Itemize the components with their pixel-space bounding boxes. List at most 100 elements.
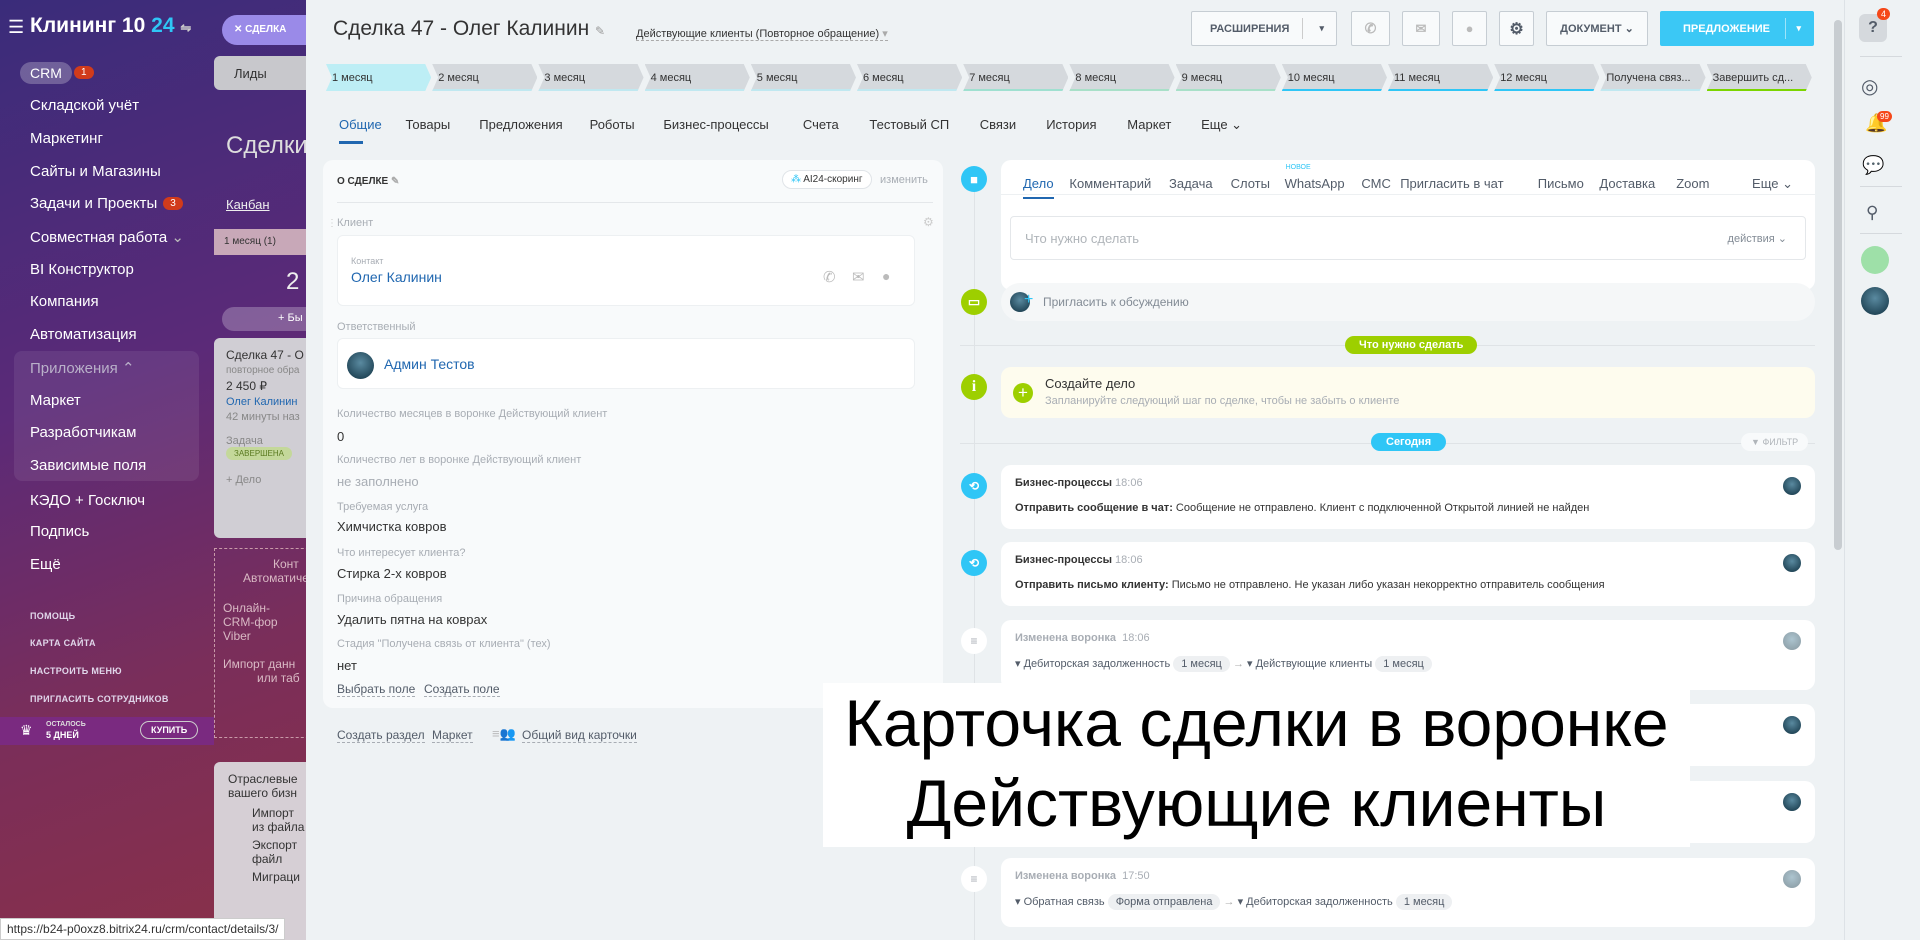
help-link[interactable]: ПОМОЩЬ: [30, 611, 75, 621]
common-view-link[interactable]: Общий вид карточки: [522, 728, 637, 743]
sidebar-item[interactable]: Разработчикам: [30, 424, 136, 441]
sidebar-item[interactable]: Маркетинг: [30, 130, 103, 147]
field-value[interactable]: нет: [337, 658, 357, 673]
funnel-change-event[interactable]: Изменена воронка 17:50 ▾ Обратная связь …: [1001, 858, 1815, 927]
settings-icon[interactable]: ⇋: [180, 20, 191, 35]
tab-item[interactable]: Маркет: [1127, 117, 1171, 132]
mail-icon[interactable]: ✉: [852, 268, 865, 286]
stage-item[interactable]: 2 месяц: [432, 64, 537, 91]
tab-item[interactable]: Тестовый СП: [869, 117, 949, 132]
tab-item[interactable]: Бизнес-процессы: [663, 117, 768, 132]
stage-item[interactable]: 6 месяц: [857, 64, 962, 91]
phone-icon[interactable]: ✆: [823, 268, 836, 286]
todo-input[interactable]: Что нужно сделать действия ⌄: [1010, 216, 1806, 260]
actions-dropdown[interactable]: действия ⌄: [1728, 232, 1787, 245]
sitemap-link[interactable]: КАРТА САЙТА: [30, 638, 96, 648]
configure-menu-link[interactable]: НАСТРОИТЬ МЕНЮ: [30, 666, 122, 676]
deal-title[interactable]: Сделка 47 - Олег Калинин ✎: [333, 17, 605, 41]
gear-icon[interactable]: ⚙: [923, 215, 934, 229]
field-value[interactable]: Химчистка ковров: [337, 519, 447, 534]
add-icon[interactable]: +: [1013, 383, 1033, 403]
stage-item[interactable]: 5 месяц: [751, 64, 856, 91]
close-slider-button[interactable]: ✕ СДЕЛКА: [222, 15, 310, 45]
sidebar-item[interactable]: КЭДО + Госключ: [30, 492, 145, 509]
create-task-card[interactable]: + Создайте дело Запланируйте следующий ш…: [1001, 367, 1815, 418]
sidebar-item[interactable]: Компания: [30, 293, 99, 310]
timeline-tab[interactable]: Комментарий: [1069, 176, 1151, 191]
timeline-tab[interactable]: Письмо: [1538, 176, 1584, 191]
drag-handle-icon[interactable]: ⋮: [327, 218, 337, 229]
contact-name-link[interactable]: Олег Калинин: [351, 269, 442, 285]
call-button[interactable]: ✆: [1351, 11, 1390, 46]
app-icon[interactable]: [1861, 246, 1889, 274]
proposal-button[interactable]: ПРЕДЛОЖЕНИЕ ▾: [1660, 11, 1814, 46]
timeline-event[interactable]: Бизнес-процессы 18:06 Отправить сообщени…: [1001, 465, 1815, 529]
stage-item[interactable]: Завершить сд...: [1707, 64, 1812, 91]
field-value[interactable]: 0: [337, 429, 344, 444]
sidebar-item[interactable]: Сайты и Магазины: [30, 163, 161, 180]
sidebar-item-more[interactable]: Ещё: [30, 556, 61, 573]
timeline-tab[interactable]: Задача: [1169, 176, 1213, 191]
select-field-link[interactable]: Выбрать поле: [337, 682, 416, 697]
filter-button[interactable]: ▼ ФИЛЬТР: [1741, 433, 1809, 451]
deal-kanban-card[interactable]: Сделка 47 - О повторное обра 2 450 ₽ Оле…: [214, 338, 310, 538]
settings-button[interactable]: ⚙: [1499, 11, 1534, 46]
timeline-more[interactable]: Еще ⌄: [1752, 176, 1793, 192]
chat-icon[interactable]: ●: [882, 268, 890, 284]
timeline-event[interactable]: Бизнес-процессы 18:06 Отправить письмо к…: [1001, 542, 1815, 606]
search-icon[interactable]: ⚲: [1866, 203, 1878, 223]
timeline-tab[interactable]: Доставка: [1599, 176, 1655, 191]
sidebar-group-apps[interactable]: Приложения ⌃: [30, 359, 135, 377]
timeline-tab[interactable]: Пригласить в чат: [1400, 176, 1503, 191]
tab-item[interactable]: Общие: [339, 117, 382, 132]
skype-button[interactable]: ●: [1452, 11, 1487, 46]
funnel-selector[interactable]: Действующие клиенты (Повторное обращение…: [636, 27, 888, 41]
timeline-tab[interactable]: СМС: [1361, 176, 1390, 191]
avatar[interactable]: [1861, 287, 1889, 315]
timeline-tab[interactable]: Дело: [1023, 176, 1054, 199]
create-section-link[interactable]: Создать раздел: [337, 728, 425, 743]
invite-discussion[interactable]: + Пригласить к обсуждению: [1001, 283, 1815, 321]
document-button[interactable]: ДОКУМЕНТ ⌄: [1546, 11, 1648, 46]
timeline-tab[interactable]: WhatsApp: [1285, 176, 1345, 191]
tab-item[interactable]: Предложения: [479, 117, 562, 132]
field-value[interactable]: Стирка 2-х ковров: [337, 566, 447, 581]
menu-icon[interactable]: ☰: [8, 17, 24, 38]
sidebar-item[interactable]: Подпись: [30, 523, 89, 540]
sidebar-item-tasks[interactable]: Задачи и Проекты 3: [30, 195, 183, 212]
funnel-change-event[interactable]: Изменена воронка 18:06 ▾ Дебиторская зад…: [1001, 620, 1815, 690]
sidebar-item[interactable]: BI Конструктор: [30, 261, 134, 278]
copilot-icon[interactable]: ◎: [1861, 74, 1878, 99]
tab-item[interactable]: Роботы: [590, 117, 635, 132]
stage-item[interactable]: 3 месяц: [538, 64, 643, 91]
tab-item[interactable]: Еще ⌄: [1201, 117, 1242, 133]
timeline-tab[interactable]: Слоты: [1231, 176, 1270, 191]
kanban-tab[interactable]: Канбан: [226, 197, 270, 212]
sidebar-item[interactable]: Маркет: [30, 392, 81, 409]
buy-button[interactable]: КУПИТЬ: [140, 721, 199, 739]
scrollbar[interactable]: [1834, 20, 1842, 550]
change-link[interactable]: изменить: [880, 174, 928, 186]
extensions-button[interactable]: РАСШИРЕНИЯ ▾: [1191, 11, 1337, 46]
invite-link[interactable]: ПРИГЛАСИТЬ СОТРУДНИКОВ: [30, 694, 169, 704]
sidebar-item[interactable]: Складской учёт: [30, 97, 139, 114]
stage-item[interactable]: Получена связ...: [1600, 64, 1705, 91]
ai-scoring-button[interactable]: ⁂ AI24-скоринг: [782, 170, 872, 189]
stage-item[interactable]: 12 месяц: [1494, 64, 1599, 91]
stage-item[interactable]: 4 месяц: [645, 64, 750, 91]
sidebar-item-crm[interactable]: CRM: [20, 62, 72, 84]
stage-item[interactable]: 8 месяц: [1069, 64, 1174, 91]
stage-item[interactable]: 9 месяц: [1176, 64, 1281, 91]
stage-item[interactable]: 7 месяц: [963, 64, 1068, 91]
tab-item[interactable]: Счета: [803, 117, 839, 132]
create-field-link[interactable]: Создать поле: [424, 682, 500, 697]
field-value[interactable]: Удалить пятна на коврах: [337, 612, 487, 627]
tab-item[interactable]: Связи: [980, 117, 1016, 132]
stage-item[interactable]: 10 месяц: [1282, 64, 1387, 91]
tab-item[interactable]: История: [1046, 117, 1096, 132]
sidebar-item[interactable]: Автоматизация: [30, 326, 137, 343]
sidebar-item[interactable]: Зависимые поля: [30, 457, 146, 474]
sidebar-item[interactable]: Совместная работа ⌄: [30, 228, 184, 246]
chat-icon[interactable]: 💬: [1862, 155, 1884, 176]
timeline-tab[interactable]: Zoom: [1676, 176, 1709, 191]
